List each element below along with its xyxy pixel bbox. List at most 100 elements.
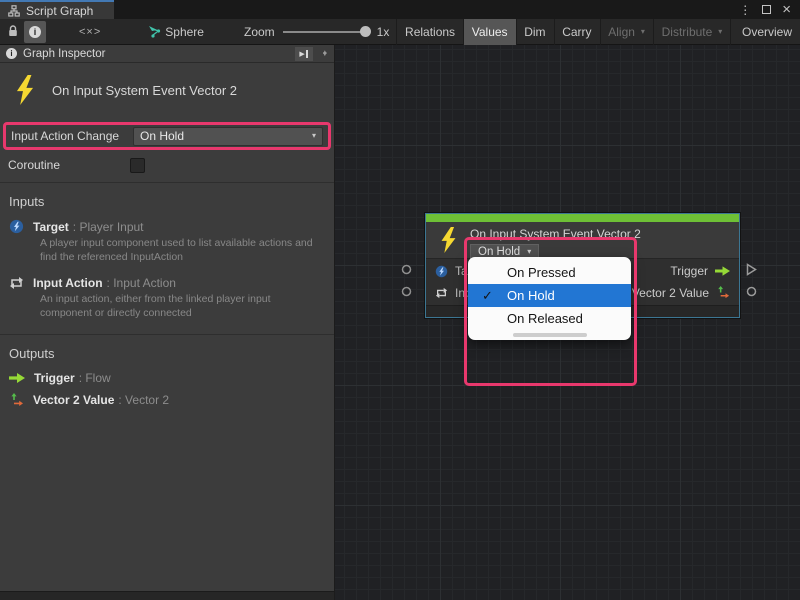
tab-script-graph[interactable]: Script Graph — [0, 0, 114, 19]
output-port-trigger: Trigger : Flow — [0, 368, 334, 390]
code-icon: <×> — [79, 26, 101, 38]
menu-item-on-released[interactable]: On Released — [468, 307, 631, 330]
node-header[interactable]: On Input System Event Vector 2 On Hold ▾ — [426, 222, 739, 259]
graph-inspector-header: i Graph Inspector ▶ ▲ ▼ — [0, 45, 334, 63]
window-controls: ⋮ × — [739, 0, 800, 19]
vector2-port-connector[interactable] — [746, 286, 757, 297]
graph-toolbar: i <×> Sphere Zoom 1x Relations Values Di… — [0, 19, 800, 45]
input-port-input-action: Input Action : Input Action An input act… — [0, 273, 334, 329]
coroutine-label: Coroutine — [8, 158, 130, 172]
node-title-text: On Input System Event Vector 2 — [52, 83, 237, 98]
target-port-connector[interactable] — [401, 264, 412, 275]
port-label: Trigger — [670, 264, 708, 278]
port-name: Target — [33, 220, 69, 234]
inspector-toggle-button[interactable]: i — [24, 21, 46, 43]
input-action-icon — [435, 287, 448, 299]
script-graph-icon — [147, 25, 161, 38]
zoom-value: 1x — [377, 25, 390, 39]
overview-label: Overview — [742, 25, 792, 39]
distribute-label: Distribute — [662, 25, 713, 39]
coroutine-row: Coroutine — [0, 152, 334, 178]
trigger-port-connector[interactable] — [746, 263, 757, 276]
collapse-icon-bar — [306, 50, 308, 58]
graph-canvas[interactable]: On Input System Event Vector 2 On Hold ▾… — [335, 45, 800, 600]
flow-arrow-icon — [9, 373, 25, 383]
dropdown-value: On Hold — [140, 129, 184, 143]
relations-label: Relations — [405, 25, 455, 39]
toolbar-right-group: Relations Values Dim Carry Align ▾ Distr… — [396, 19, 800, 45]
close-icon[interactable]: × — [782, 1, 791, 18]
dim-label: Dim — [524, 25, 545, 39]
input-port-target: Target : Player Input A player input com… — [0, 216, 334, 273]
lightning-bolt-icon — [426, 222, 470, 258]
window-menu-icon[interactable]: ⋮ — [739, 3, 751, 17]
code-view-button[interactable]: <×> — [74, 21, 106, 43]
collapse-icon: ▶ — [299, 50, 304, 58]
zoom-control: Zoom 1x — [237, 21, 396, 43]
port-name: Trigger — [34, 371, 75, 385]
distribute-button[interactable]: Distribute ▾ — [654, 19, 731, 45]
port-description: A player input component used to list av… — [40, 237, 320, 264]
graph-inspector-title: Graph Inspector — [23, 48, 105, 60]
port-type: : Flow — [79, 371, 111, 385]
player-input-icon — [435, 265, 448, 278]
inspector-bottom-strip — [0, 591, 334, 600]
relations-button[interactable]: Relations — [397, 19, 463, 45]
caret-down-icon: ▾ — [718, 28, 722, 36]
outputs-heading: Outputs — [0, 335, 334, 368]
values-button[interactable]: Values — [464, 19, 516, 45]
node-title: On Input System Event Vector 2 — [470, 227, 739, 241]
inputs-heading: Inputs — [0, 183, 334, 216]
graph-owner-label: Sphere — [165, 25, 204, 39]
port-type: : Vector 2 — [118, 393, 169, 407]
vector2-icon — [716, 286, 730, 300]
menu-item-on-hold[interactable]: ✓ On Hold — [468, 284, 631, 307]
tab-label: Script Graph — [26, 4, 93, 18]
overview-button[interactable]: Overview — [734, 19, 800, 45]
vector2-icon — [9, 393, 24, 408]
input-action-change-row: Input Action Change On Hold ▾ — [6, 125, 328, 147]
align-button[interactable]: Align ▾ — [600, 19, 653, 45]
info-icon: i — [29, 26, 41, 38]
carry-button[interactable]: Carry — [554, 19, 599, 45]
dim-button[interactable]: Dim — [516, 19, 553, 45]
port-type: : Input Action — [107, 276, 176, 290]
zoom-slider-knob[interactable] — [360, 26, 371, 37]
lock-button[interactable] — [2, 21, 24, 43]
toolbar-separator — [730, 19, 731, 45]
flow-arrow-icon — [715, 266, 730, 276]
output-port-vector2: Vector 2 Value : Vector 2 — [0, 390, 334, 413]
caret-down-icon: ▾ — [312, 132, 316, 140]
menu-item-label: On Pressed — [507, 265, 576, 280]
input-action-icon — [9, 276, 24, 290]
caret-down-icon: ▾ — [527, 248, 531, 256]
caret-down-icon: ▾ — [641, 28, 645, 36]
port-name: Vector 2 Value — [33, 393, 114, 407]
coroutine-checkbox[interactable] — [130, 158, 145, 173]
align-label: Align — [608, 25, 635, 39]
graph-owner-button[interactable]: Sphere — [140, 21, 211, 43]
input-action-change-dropdown[interactable]: On Hold ▾ — [133, 127, 323, 146]
carry-label: Carry — [562, 25, 591, 39]
node-event-color-bar — [426, 214, 739, 222]
menu-item-on-pressed[interactable]: On Pressed — [468, 261, 631, 284]
collapse-panel-button[interactable]: ▶ — [295, 47, 313, 61]
menu-item-label: On Released — [507, 311, 583, 326]
values-label: Values — [472, 25, 508, 39]
dropdown-menu: On Pressed ✓ On Hold On Released — [468, 257, 631, 340]
panel-scroll-arrows[interactable]: ▲ ▼ — [319, 53, 328, 55]
port-name: Input Action — [33, 276, 103, 290]
maximize-icon[interactable] — [762, 5, 771, 14]
graph-inspector-panel: i Graph Inspector ▶ ▲ ▼ On Input System … — [0, 45, 335, 600]
node-summary: On Input System Event Vector 2 — [0, 63, 334, 121]
port-description: An input action, either from the linked … — [40, 293, 320, 320]
node-port-vector2[interactable]: Vector 2 Value — [632, 286, 730, 300]
menu-scroll-hint — [513, 333, 587, 337]
lightning-bolt-icon — [14, 75, 36, 105]
node-port-trigger[interactable]: Trigger — [670, 264, 730, 278]
menu-item-label: On Hold — [507, 288, 555, 303]
zoom-slider[interactable] — [283, 31, 369, 33]
input-action-port-connector[interactable] — [401, 286, 412, 297]
player-input-icon — [9, 219, 24, 234]
port-label: Vector 2 Value — [632, 286, 709, 300]
